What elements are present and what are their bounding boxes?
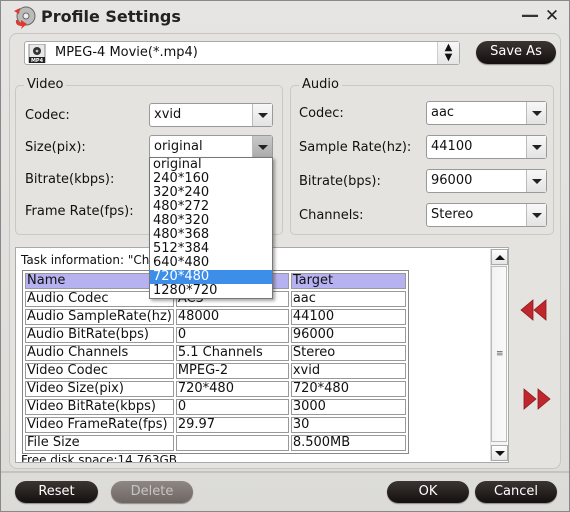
video-group-title: Video [24,77,67,92]
video-bitrate-label: Bitrate(kbps): [25,172,115,187]
title-bar[interactable]: Profile Settings — ✕ [1,1,569,33]
column-header: Target [290,273,406,289]
audio-bitrate-select[interactable]: 96000 [426,169,547,193]
row-name-cell: Audio BitRate(bps) [25,327,174,343]
row-name-cell: Video BitRate(kbps) [25,399,174,415]
size-option[interactable]: 640*480 [150,256,272,270]
audio-codec-select[interactable]: aac [426,101,547,125]
size-option[interactable]: 240*160 [150,172,272,186]
audio-codec-label: Codec: [299,106,344,121]
ok-button[interactable]: OK [387,481,469,503]
table-row: Audio SampleRate(hz) 48000 44100 [25,309,406,325]
table-row: Audio BitRate(bps) 0 96000 [25,327,406,343]
size-option[interactable]: 480*368 [150,228,272,242]
table-row: File Size 8.500MB [25,435,406,451]
audio-samplerate-select[interactable]: 44100 [426,135,547,159]
size-option[interactable]: 1280*720 [150,284,272,298]
row-target-cell: 30 [290,417,406,433]
table-row: Video BitRate(kbps) 0 3000 [25,399,406,415]
video-codec-label: Codec: [25,108,70,123]
audio-samplerate-label: Sample Rate(hz): [299,140,412,155]
video-codec-value: xvid [154,107,182,122]
scroll-up-icon[interactable] [491,249,508,265]
profile-settings-window: Profile Settings — ✕ MP4 MPEG-4 Movie(*.… [0,0,570,512]
profile-select[interactable]: MP4 MPEG-4 Movie(*.mp4) ▲ ▼ [24,41,460,65]
chevron-down-icon[interactable] [252,136,272,158]
audio-bitrate-value: 96000 [431,173,473,188]
video-size-select[interactable]: original [149,135,273,159]
app-logo-icon [14,6,36,29]
window-title: Profile Settings [41,7,181,26]
video-size-label: Size(pix): [25,140,86,155]
size-option[interactable]: 480*272 [150,200,272,214]
row-name-cell: Video FrameRate(fps) [25,417,174,433]
row-source-cell: 29.97 [175,417,289,433]
row-source-cell: 0 [175,399,289,415]
audio-codec-value: aac [431,105,455,120]
row-target-cell: aac [290,291,406,307]
audio-group-title: Audio [299,77,342,92]
row-name-cell: Audio Channels [25,345,174,361]
row-name-cell: Audio SampleRate(hz) [25,309,174,325]
scroll-thumb[interactable]: ≡ [491,266,507,442]
rewind-arrow-icon[interactable] [519,299,551,321]
row-source-cell: 48000 [175,309,289,325]
cancel-button[interactable]: Cancel [475,481,557,503]
audio-samplerate-value: 44100 [431,139,473,154]
audio-channels-label: Channels: [299,208,364,223]
row-name-cell: File Size [25,435,174,451]
size-option[interactable]: 320*240 [150,186,272,200]
table-row: Video Size(pix) 720*480 720*480 [25,381,406,397]
size-dropdown-list[interactable]: original 240*160 320*240 480*272 480*320 480*… [149,157,273,299]
table-row: Video Codec MPEG-2 xvid [25,363,406,379]
chevron-down-icon[interactable] [526,170,546,192]
row-target-cell: 3000 [290,399,406,415]
video-size-value: original [154,139,203,154]
row-source-cell: 5.1 Channels [175,345,289,361]
size-option[interactable]: original [150,158,272,172]
row-source-cell: 0 [175,327,289,343]
size-option[interactable]: 720*480 [150,270,272,284]
row-source-cell [175,435,289,451]
task-info-label: Task information: "Ch [21,253,150,267]
grip-icon: ≡ [496,349,504,359]
chevron-down-icon[interactable] [252,104,272,126]
row-target-cell: 44100 [290,309,406,325]
row-source-cell: MPEG-2 [175,363,289,379]
audio-bitrate-label: Bitrate(bps): [299,174,381,189]
row-target-cell: 8.500MB [290,435,406,451]
size-option[interactable]: 480*320 [150,214,272,228]
save-as-button[interactable]: Save As [476,41,556,64]
profile-value: MPEG-4 Movie(*.mp4) [55,45,198,60]
task-scrollbar[interactable]: ≡ [490,249,508,461]
audio-channels-select[interactable]: Stereo [426,203,547,227]
close-button[interactable]: ✕ [543,6,561,26]
reset-button[interactable]: Reset [15,481,98,503]
chevron-down-icon[interactable] [526,204,546,226]
minimize-button[interactable]: — [521,6,539,26]
profile-spin-icon[interactable]: ▲ ▼ [437,42,459,64]
row-target-cell: xvid [290,363,406,379]
video-codec-select[interactable]: xvid [149,103,273,127]
size-option[interactable]: 512*384 [150,242,272,256]
row-target-cell: Stereo [290,345,406,361]
table-row: Video FrameRate(fps) 29.97 30 [25,417,406,433]
row-name-cell: Video Size(pix) [25,381,174,397]
video-framerate-label: Frame Rate(fps): [25,204,134,219]
mp4-file-icon: MP4 [28,44,46,63]
forward-arrow-icon[interactable] [522,388,554,410]
mp4-icon-text: MP4 [31,58,44,63]
delete-button[interactable]: Delete [111,481,193,503]
free-disk-space: Free disk space:14.763GB [21,453,178,463]
chevron-down-icon[interactable] [526,102,546,124]
chevron-down-icon[interactable] [526,136,546,158]
scroll-down-icon[interactable] [491,445,508,461]
row-name-cell: Video Codec [25,363,174,379]
row-target-cell: 720*480 [290,381,406,397]
row-source-cell: 720*480 [175,381,289,397]
divider [1,471,569,473]
row-target-cell: 96000 [290,327,406,343]
table-row: Audio Channels 5.1 Channels Stereo [25,345,406,361]
audio-channels-value: Stereo [431,207,474,222]
